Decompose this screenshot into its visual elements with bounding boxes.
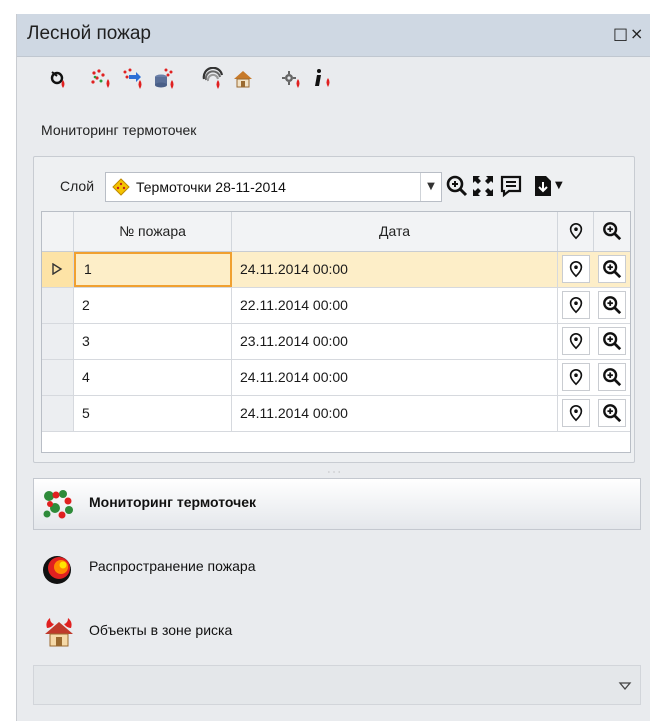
row-indicator bbox=[42, 396, 74, 431]
maximize-button[interactable]: □ bbox=[613, 25, 628, 43]
layer-label: Слой bbox=[60, 178, 95, 194]
pin-icon bbox=[569, 260, 583, 278]
dropdown-arrow-icon[interactable]: ▼ bbox=[420, 173, 441, 201]
panel-title: Лесной пожар bbox=[27, 23, 151, 44]
layer-diamond-icon bbox=[112, 178, 130, 196]
hotspot-table: № пожара Дата 1 24.11.2014 00:00 2 22.11… bbox=[41, 211, 631, 453]
row-locate-button[interactable] bbox=[562, 291, 590, 319]
cell-date[interactable]: 23.11.2014 00:00 bbox=[232, 324, 558, 359]
row-zoom-button[interactable] bbox=[598, 255, 626, 283]
row-locate-button[interactable] bbox=[562, 399, 590, 427]
panel-titlebar[interactable]: Лесной пожар □ × bbox=[17, 14, 650, 57]
pin-icon bbox=[569, 368, 583, 386]
nav-overflow-bar[interactable] bbox=[33, 665, 641, 705]
cell-date[interactable]: 24.11.2014 00:00 bbox=[232, 396, 558, 431]
cell-number[interactable]: 1 bbox=[74, 252, 232, 287]
layer-select[interactable]: Термоточки 28-11-2014 ▼ bbox=[105, 172, 442, 202]
zoom-icon bbox=[603, 222, 622, 241]
table-header: № пожара Дата bbox=[42, 212, 630, 252]
info-icon[interactable] bbox=[311, 67, 337, 91]
table-row[interactable]: 3 23.11.2014 00:00 bbox=[42, 324, 630, 360]
row-indicator bbox=[42, 252, 74, 287]
cell-date[interactable]: 22.11.2014 00:00 bbox=[232, 288, 558, 323]
row-zoom-button[interactable] bbox=[598, 363, 626, 391]
risk-objects-icon bbox=[41, 614, 77, 650]
column-header-number[interactable]: № пожара bbox=[74, 212, 232, 251]
fire-spread-icon[interactable] bbox=[201, 66, 227, 91]
locate-fire-icon[interactable] bbox=[47, 67, 73, 91]
column-header-zoom bbox=[594, 212, 630, 251]
hotspots-import-icon[interactable] bbox=[121, 67, 147, 91]
cell-date[interactable]: 24.11.2014 00:00 bbox=[232, 252, 558, 287]
row-zoom-button[interactable] bbox=[598, 291, 626, 319]
row-zoom-button[interactable] bbox=[598, 399, 626, 427]
current-row-icon bbox=[52, 262, 63, 276]
cell-number[interactable]: 5 bbox=[74, 396, 232, 431]
cell-number[interactable]: 4 bbox=[74, 360, 232, 395]
zoom-icon bbox=[603, 296, 622, 315]
table-row[interactable]: 4 24.11.2014 00:00 bbox=[42, 360, 630, 396]
row-locate-button[interactable] bbox=[562, 363, 590, 391]
row-indicator bbox=[42, 324, 74, 359]
cell-number[interactable]: 2 bbox=[74, 288, 232, 323]
zoom-in-icon[interactable] bbox=[445, 174, 469, 198]
table-row[interactable]: 1 24.11.2014 00:00 bbox=[42, 252, 630, 288]
full-extent-icon[interactable] bbox=[471, 174, 495, 198]
attributes-icon[interactable] bbox=[499, 174, 523, 198]
panel-splitter[interactable]: · · · bbox=[33, 469, 635, 478]
section-title: Мониторинг термоточек bbox=[41, 122, 197, 138]
hotspots-icon[interactable] bbox=[89, 67, 115, 91]
zoom-icon bbox=[603, 368, 622, 387]
row-indicator bbox=[42, 288, 74, 323]
column-header-locate bbox=[558, 212, 594, 251]
settings-icon[interactable] bbox=[279, 67, 305, 91]
nav-item-label: Распространение пожара bbox=[89, 558, 256, 574]
fire-panel: Лесной пожар □ × Мониторинг термоточек С… bbox=[16, 14, 650, 721]
zoom-icon bbox=[603, 260, 622, 279]
chevron-down-icon[interactable] bbox=[618, 678, 632, 692]
row-indicator bbox=[42, 360, 74, 395]
row-locate-button[interactable] bbox=[562, 255, 590, 283]
column-header-date[interactable]: Дата bbox=[232, 212, 558, 251]
zoom-icon bbox=[603, 332, 622, 351]
pin-icon bbox=[569, 222, 582, 240]
nav-item-fire-spread[interactable]: Распространение пожара bbox=[33, 542, 641, 594]
nav-item-risk-objects[interactable]: Объекты в зоне риска bbox=[33, 606, 641, 658]
nav-item-hotspot-monitoring[interactable]: Мониторинг термоточек bbox=[33, 478, 641, 530]
zoom-icon bbox=[603, 404, 622, 423]
pin-icon bbox=[569, 404, 583, 422]
close-button[interactable]: × bbox=[630, 25, 643, 43]
risk-objects-icon[interactable] bbox=[231, 67, 257, 91]
table-row[interactable]: 2 22.11.2014 00:00 bbox=[42, 288, 630, 324]
fire-spread-icon bbox=[41, 550, 77, 586]
export-icon[interactable] bbox=[531, 174, 555, 198]
hotspots-icon bbox=[41, 486, 77, 522]
pin-icon bbox=[569, 296, 583, 314]
nav-item-label: Мониторинг термоточек bbox=[89, 494, 257, 510]
row-locate-button[interactable] bbox=[562, 327, 590, 355]
main-toolbar bbox=[17, 57, 650, 99]
layer-select-value: Термоточки 28-11-2014 bbox=[136, 179, 286, 195]
row-indicator-header bbox=[42, 212, 74, 251]
cell-date[interactable]: 24.11.2014 00:00 bbox=[232, 360, 558, 395]
hotspots-db-icon[interactable] bbox=[153, 67, 179, 91]
nav-item-label: Объекты в зоне риска bbox=[89, 622, 233, 638]
table-row[interactable]: 5 24.11.2014 00:00 bbox=[42, 396, 630, 432]
export-dropdown-icon[interactable]: ▼ bbox=[555, 174, 569, 198]
cell-number[interactable]: 3 bbox=[74, 324, 232, 359]
row-zoom-button[interactable] bbox=[598, 327, 626, 355]
pin-icon bbox=[569, 332, 583, 350]
